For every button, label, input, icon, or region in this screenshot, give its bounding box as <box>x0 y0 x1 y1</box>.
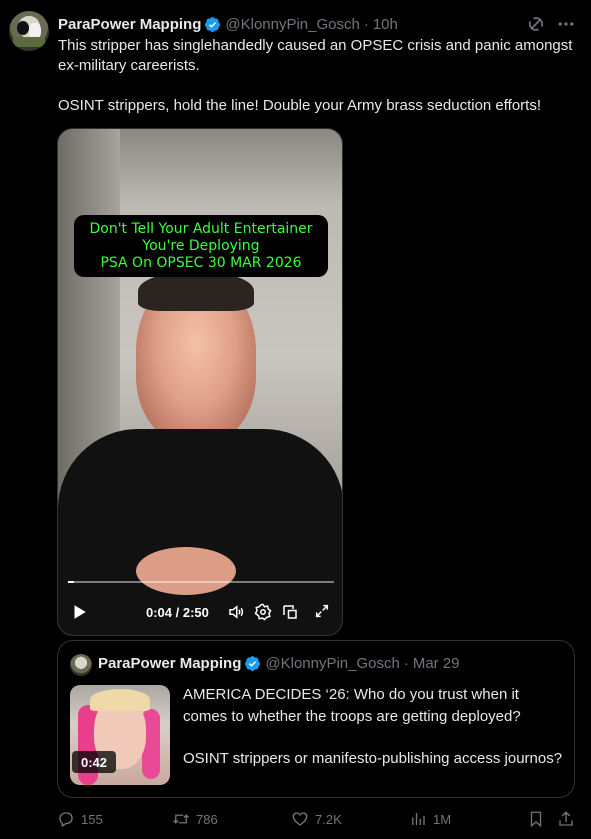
separator: · <box>363 15 369 33</box>
video-progress-fill <box>68 581 75 583</box>
video-progress-bar[interactable] <box>68 581 334 583</box>
video-caption: Don't Tell Your Adult Entertainer You're… <box>74 215 328 277</box>
verified-badge-icon <box>245 656 261 671</box>
quoted-date[interactable]: Mar 29 <box>413 655 460 672</box>
video-frame-hair <box>138 271 254 311</box>
reply-icon <box>59 812 73 827</box>
volume-icon[interactable] <box>226 603 246 621</box>
quoted-video-duration: 0:42 <box>72 751 116 773</box>
repost-count: 786 <box>196 811 218 827</box>
more-icon[interactable] <box>556 14 576 34</box>
views-button[interactable]: 1M <box>409 810 451 828</box>
tweet-text-paragraph: OSINT strippers, hold the line! Double y… <box>58 97 542 114</box>
bookmark-button[interactable] <box>527 810 551 828</box>
like-icon <box>292 812 308 826</box>
avatar[interactable] <box>9 11 49 51</box>
quoted-handle[interactable]: @KlonnyPin_Gosch <box>265 655 399 672</box>
share-button[interactable] <box>557 810 581 828</box>
tweet-header: ParaPower Mapping @KlonnyPin_Gosch · 10h <box>58 13 398 35</box>
caption-line: Don't Tell Your Adult Entertainer <box>89 220 313 237</box>
repost-icon <box>173 814 189 824</box>
reply-count: 155 <box>81 811 103 827</box>
quoted-tweet[interactable]: ParaPower Mapping @KlonnyPin_Gosch · Mar… <box>57 640 575 798</box>
captions-icon[interactable] <box>281 603 299 621</box>
video-time: 0:04 / 2:50 <box>146 605 209 620</box>
views-count: 1M <box>433 811 452 827</box>
quoted-text: AMERICA DECIDES ‘26: Who do you trust wh… <box>183 684 563 770</box>
quoted-avatar[interactable] <box>70 654 92 676</box>
like-count: 7.2K <box>315 811 342 827</box>
tweet-text-paragraph: This stripper has singlehandedly caused … <box>58 37 573 74</box>
separator: · <box>403 655 409 672</box>
fullscreen-icon[interactable] <box>314 603 330 619</box>
repost-button[interactable]: 786 <box>172 810 218 828</box>
verified-badge-icon <box>205 16 221 32</box>
like-button[interactable]: 7.2K <box>291 810 342 828</box>
grok-icon[interactable] <box>526 14 546 34</box>
caption-line: You're Deploying <box>142 237 260 254</box>
views-icon <box>412 813 425 825</box>
share-icon <box>559 811 573 826</box>
quoted-text-paragraph: OSINT strippers or manifesto-publishing … <box>183 750 563 767</box>
quoted-author-name[interactable]: ParaPower Mapping <box>98 655 241 672</box>
video-frame-hand <box>136 547 236 595</box>
caption-line: PSA On OPSEC 30 MAR 2026 <box>100 254 302 271</box>
author-name[interactable]: ParaPower Mapping <box>58 16 201 33</box>
quoted-header: ParaPower Mapping @KlonnyPin_Gosch · Mar… <box>98 655 460 672</box>
play-icon[interactable] <box>70 603 88 621</box>
author-handle[interactable]: @KlonnyPin_Gosch <box>225 16 359 33</box>
tweet[interactable]: ParaPower Mapping @KlonnyPin_Gosch · 10h… <box>0 0 591 839</box>
bookmark-icon <box>530 811 542 828</box>
quoted-text-paragraph: AMERICA DECIDES ‘26: Who do you trust wh… <box>183 686 521 725</box>
action-bar: 155 786 7.2K 1M <box>57 810 577 832</box>
settings-icon[interactable] <box>254 603 272 621</box>
video-player[interactable]: Don't Tell Your Adult Entertainer You're… <box>57 128 343 636</box>
tweet-text: This stripper has singlehandedly caused … <box>58 36 578 116</box>
timestamp[interactable]: 10h <box>373 16 398 33</box>
reply-button[interactable]: 155 <box>57 810 103 828</box>
